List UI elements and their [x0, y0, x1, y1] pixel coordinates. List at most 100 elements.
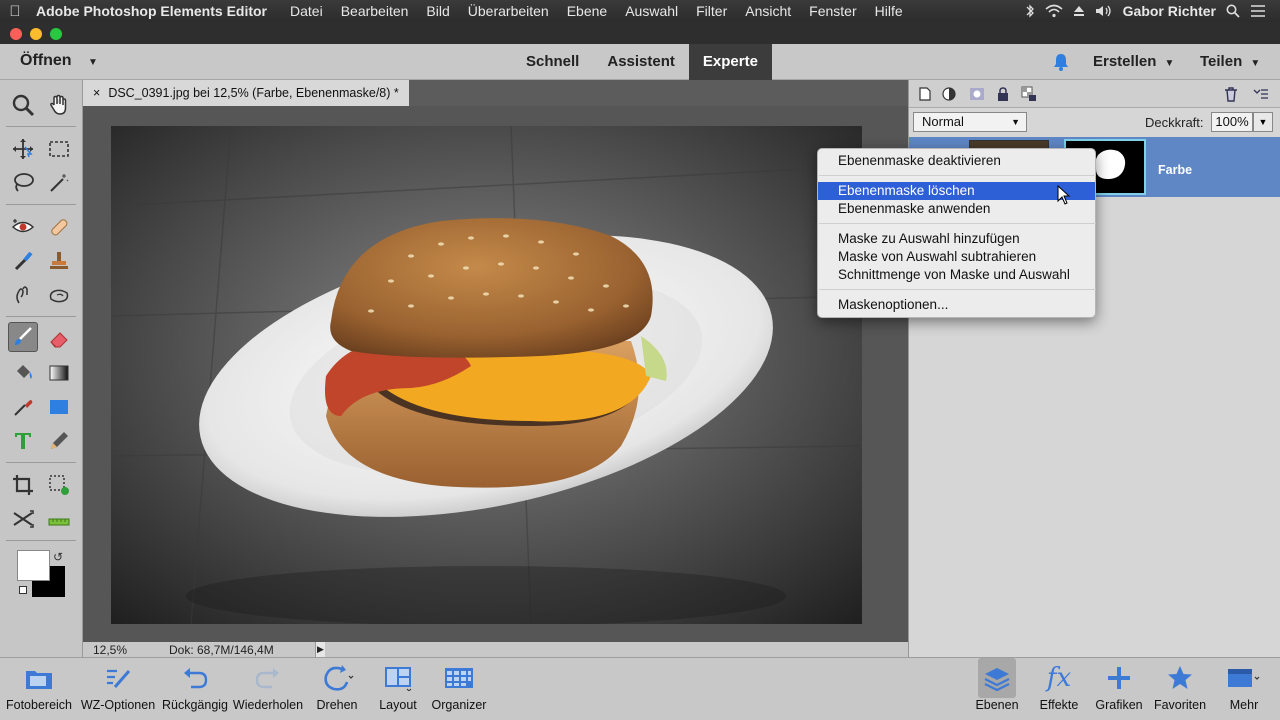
bluetooth-icon[interactable] — [1025, 4, 1035, 18]
menu-ansicht[interactable]: Ansicht — [736, 3, 800, 19]
default-colors-icon[interactable] — [19, 586, 27, 594]
pencil-icon[interactable] — [44, 426, 74, 456]
tab-schnell[interactable]: Schnell — [512, 44, 593, 80]
close-document-icon[interactable]: × — [93, 86, 100, 100]
lock-transparency-icon[interactable] — [1021, 86, 1037, 102]
burger-photo — [111, 126, 862, 624]
zoom-window-button[interactable] — [50, 28, 62, 40]
lock-icon[interactable] — [995, 86, 1011, 102]
notification-list-icon[interactable] — [1250, 4, 1266, 18]
volume-icon[interactable] — [1095, 4, 1113, 18]
graphics-icon — [1108, 667, 1130, 689]
menu-item-add-mask-to-selection[interactable]: Maske zu Auswahl hinzufügen — [818, 230, 1095, 248]
smudge-tool-icon[interactable] — [8, 280, 38, 310]
text-tool-icon[interactable] — [8, 426, 38, 456]
new-layer-icon[interactable] — [917, 86, 933, 102]
zoom-level[interactable]: 12,5% — [93, 643, 127, 657]
open-button[interactable]: Öffnen ▼ — [20, 52, 98, 70]
menu-fenster[interactable]: Fenster — [800, 3, 865, 19]
search-icon[interactable] — [1226, 4, 1240, 18]
favorites-button[interactable]: Favoriten — [1150, 658, 1210, 720]
rotate-button[interactable]: Drehen — [310, 658, 364, 720]
share-button[interactable]: Teilen ▼ — [1200, 53, 1260, 70]
menu-item-subtract-mask-from-selection[interactable]: Maske von Auswahl subtrahieren — [818, 248, 1095, 266]
graphics-button[interactable]: Grafiken — [1090, 658, 1148, 720]
foreground-color-swatch[interactable] — [17, 550, 50, 581]
create-button[interactable]: Erstellen ▼ — [1093, 53, 1174, 70]
apple-menu-icon[interactable]:  — [0, 3, 30, 20]
wifi-icon[interactable] — [1045, 4, 1063, 18]
eraser-icon[interactable] — [44, 324, 74, 354]
paint-bucket-icon[interactable] — [8, 358, 38, 388]
bottom-taskbar: Fotobereich WZ-Optionen Rückgängig Wiede… — [0, 657, 1280, 720]
tab-assistent[interactable]: Assistent — [593, 44, 689, 80]
blend-mode-select[interactable]: Normal ▼ — [913, 112, 1027, 132]
gradient-tool-icon[interactable] — [44, 358, 74, 388]
swap-colors-icon[interactable]: ↺ — [53, 550, 63, 564]
organizer-button[interactable]: Organizer — [428, 658, 490, 720]
magic-wand-icon[interactable] — [44, 168, 74, 198]
status-menu-arrow-icon[interactable]: ▶ — [315, 642, 325, 657]
content-aware-move-icon[interactable] — [8, 504, 38, 534]
menu-bild[interactable]: Bild — [417, 3, 458, 19]
eyedropper-icon[interactable] — [8, 392, 38, 422]
tools-panel: ↺ — [0, 80, 83, 657]
layers-button[interactable]: Ebenen — [970, 658, 1024, 720]
crop-tool-icon[interactable] — [8, 470, 38, 500]
menu-bearbeiten[interactable]: Bearbeiten — [332, 3, 418, 19]
menu-item-delete-mask[interactable]: Ebenenmaske löschen — [818, 182, 1095, 200]
photo-bin-button[interactable]: Fotobereich — [4, 658, 74, 720]
menu-item-intersect-mask-selection[interactable]: Schnittmenge von Maske und Auswahl — [818, 266, 1095, 284]
menu-datei[interactable]: Datei — [281, 3, 332, 19]
layers-icon — [984, 668, 1010, 692]
trash-icon[interactable] — [1223, 86, 1239, 102]
redo-icon — [255, 668, 279, 689]
close-window-button[interactable] — [10, 28, 22, 40]
smart-brush-icon[interactable] — [8, 246, 38, 276]
opacity-dropdown-icon[interactable]: ▼ — [1253, 112, 1273, 132]
eject-icon[interactable] — [1073, 5, 1085, 17]
document-image[interactable] — [111, 126, 862, 624]
adjustment-layer-icon[interactable] — [941, 86, 957, 102]
redo-button[interactable]: Wiederholen — [232, 658, 304, 720]
user-name[interactable]: Gabor Richter — [1123, 3, 1216, 19]
red-eye-icon[interactable] — [8, 212, 38, 242]
app-name-menu[interactable]: Adobe Photoshop Elements Editor — [30, 3, 281, 19]
add-mask-icon[interactable] — [969, 86, 985, 102]
layout-button[interactable]: Layout — [370, 658, 426, 720]
undo-button[interactable]: Rückgängig — [160, 658, 230, 720]
shape-tool-icon[interactable] — [44, 392, 74, 422]
document-tab[interactable]: × DSC_0391.jpg bei 12,5% (Farbe, Ebenenma… — [83, 80, 409, 106]
more-icon — [1228, 669, 1260, 687]
menu-ueberarbeiten[interactable]: Überarbeiten — [459, 3, 558, 19]
rectangular-marquee-icon[interactable] — [44, 134, 74, 164]
menu-auswahl[interactable]: Auswahl — [616, 3, 687, 19]
recompose-tool-icon[interactable] — [44, 470, 74, 500]
straighten-tool-icon[interactable] — [44, 504, 74, 534]
more-button[interactable]: Mehr — [1218, 658, 1270, 720]
brush-tool-icon[interactable] — [8, 322, 38, 352]
sponge-tool-icon[interactable] — [44, 280, 74, 310]
tab-experte[interactable]: Experte — [688, 44, 772, 80]
menu-filter[interactable]: Filter — [687, 3, 736, 19]
tool-options-button[interactable]: WZ-Optionen — [78, 658, 158, 720]
zoom-tool-icon[interactable] — [8, 90, 38, 120]
menu-item-apply-mask[interactable]: Ebenenmaske anwenden — [818, 200, 1095, 218]
canvas-area[interactable] — [83, 106, 908, 642]
opacity-input[interactable]: 100% — [1211, 112, 1253, 132]
graphics-label: Grafiken — [1095, 698, 1143, 712]
spot-healing-brush-icon[interactable] — [44, 212, 74, 242]
menu-item-mask-options[interactable]: Maskenoptionen... — [818, 296, 1095, 314]
toolbar-divider — [6, 126, 76, 127]
effects-button[interactable]: fx Effekte — [1032, 658, 1086, 720]
move-tool-icon[interactable] — [8, 134, 38, 164]
clone-stamp-icon[interactable] — [44, 246, 74, 276]
minimize-window-button[interactable] — [30, 28, 42, 40]
lasso-icon[interactable] — [8, 168, 38, 198]
menu-ebene[interactable]: Ebene — [558, 3, 616, 19]
bell-icon[interactable] — [1051, 52, 1071, 72]
hand-tool-icon[interactable] — [44, 90, 74, 120]
menu-item-disable-mask[interactable]: Ebenenmaske deaktivieren — [818, 152, 1095, 170]
menu-hilfe[interactable]: Hilfe — [866, 3, 912, 19]
panel-menu-icon[interactable] — [1253, 86, 1269, 102]
